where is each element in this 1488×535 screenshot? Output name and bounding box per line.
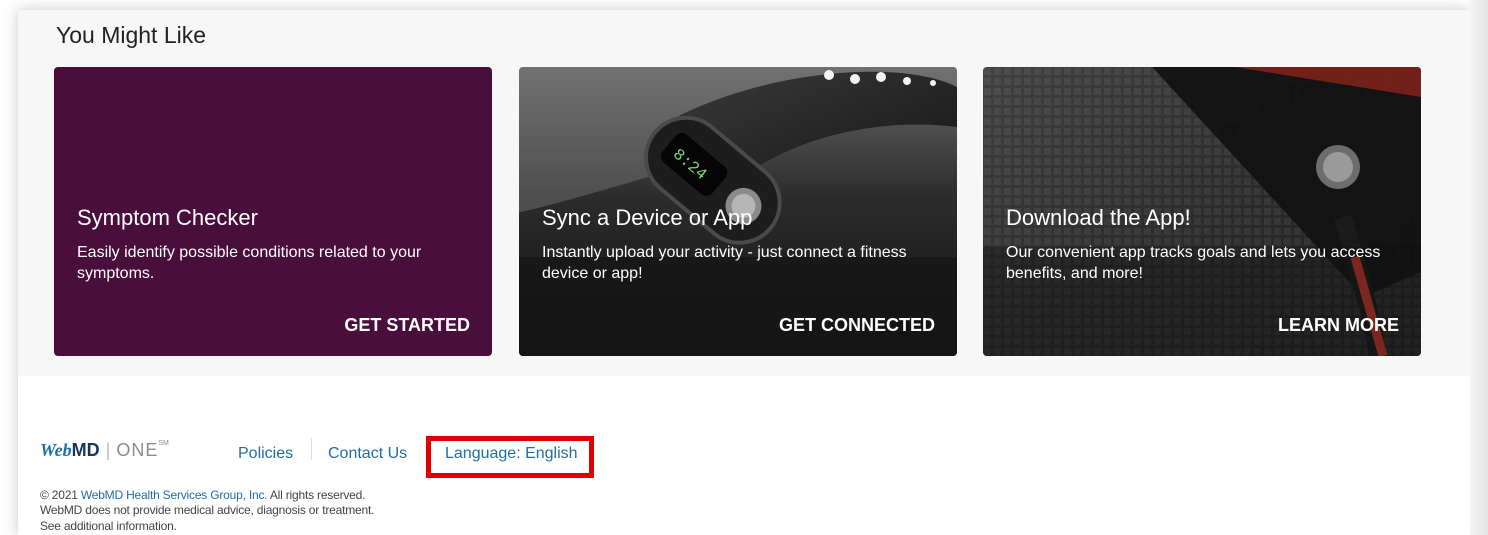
right-edge-shade [1470, 0, 1488, 535]
disclaimer-text: WebMD does not provide medical advice, d… [40, 503, 375, 517]
contact-us-link[interactable]: Contact Us [328, 445, 407, 463]
copyright-suffix: All rights reserved. [267, 488, 366, 502]
logo-web-text: Web [40, 440, 72, 460]
policies-link[interactable]: Policies [238, 445, 293, 463]
card-description: Our convenient app tracks goals and lets… [1006, 244, 1381, 282]
get-connected-button[interactable]: GET CONNECTED [779, 315, 935, 336]
get-started-button[interactable]: GET STARTED [344, 315, 470, 336]
company-link[interactable]: WebMD Health Services Group, Inc. [81, 488, 268, 502]
download-app-card[interactable]: Download the App! Our convenient app tra… [983, 67, 1421, 356]
logo-one-text: ONE [116, 440, 159, 460]
card-title: Symptom Checker [77, 205, 258, 230]
card-title: Sync a Device or App [542, 205, 753, 230]
highlight-box [426, 436, 594, 478]
you-might-like-section: You Might Like Symptom Checker Easily id… [18, 10, 1470, 376]
card-description: Instantly upload your activity - just co… [542, 244, 907, 282]
card-description: Easily identify possible conditions rela… [77, 244, 422, 282]
logo-sm-mark: SM [158, 440, 169, 447]
copyright-prefix: © 2021 [40, 488, 81, 502]
learn-more-button[interactable]: LEARN MORE [1278, 315, 1399, 336]
sync-device-card[interactable]: 8:24 Sync a Device or App Instantly uplo… [519, 67, 957, 356]
copyright-line: © 2021 WebMD Health Services Group, Inc.… [40, 488, 365, 502]
logo-md-text: MD [71, 440, 100, 460]
webmd-one-logo: WebMD | ONESM [40, 440, 169, 461]
logo-divider: | [105, 440, 111, 460]
additional-info-link[interactable]: See additional information. [40, 519, 177, 533]
section-title: You Might Like [56, 22, 207, 48]
page-frame: You Might Like Symptom Checker Easily id… [18, 10, 1470, 535]
card-title: Download the App! [1006, 205, 1191, 230]
symptom-checker-card[interactable]: Symptom Checker Easily identify possible… [54, 67, 492, 356]
link-divider [311, 438, 312, 460]
